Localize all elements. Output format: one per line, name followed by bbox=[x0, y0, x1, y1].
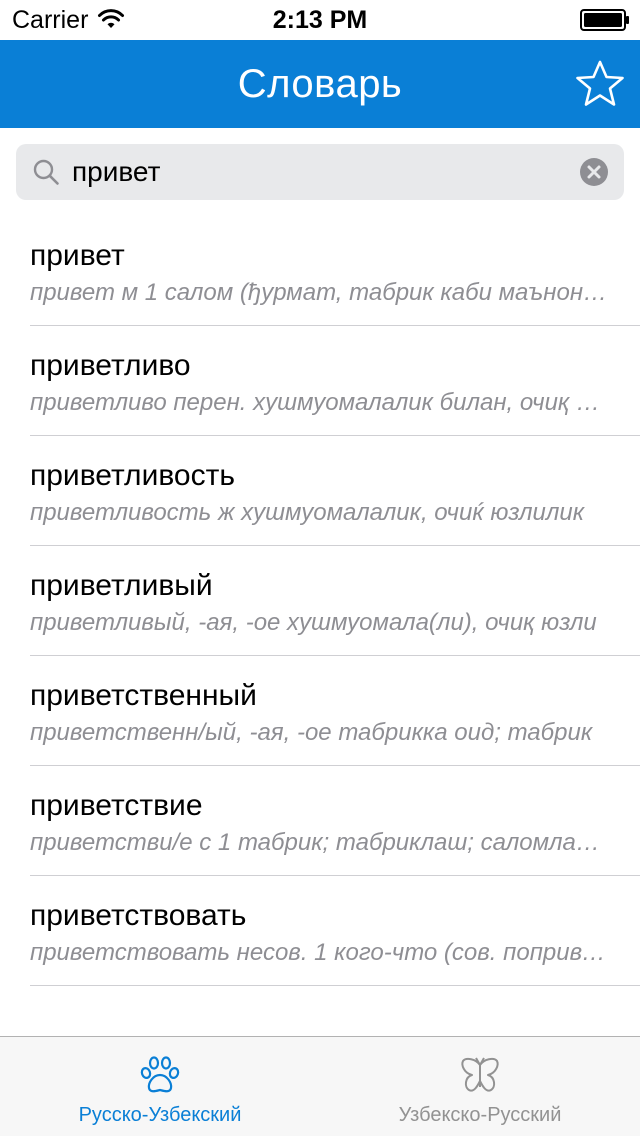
list-item[interactable]: приветствие приветстви/е с 1 табрик; таб… bbox=[30, 766, 640, 876]
list-item[interactable]: приветствовать приветствовать несов. 1 к… bbox=[30, 876, 640, 986]
clear-icon[interactable] bbox=[580, 158, 608, 186]
page-title: Словарь bbox=[237, 62, 403, 106]
star-icon[interactable] bbox=[574, 58, 626, 110]
result-word: приветливо bbox=[30, 349, 191, 382]
result-translation: приветственн/ый, -ая, -ое табрикка оид; … bbox=[30, 719, 593, 746]
result-word: приветливость bbox=[30, 459, 235, 492]
result-translation: приветливо перен. хушмуомалалик билан, о… bbox=[30, 389, 608, 416]
result-translation: приветстви/е с 1 табрик; табриклаш; сало… bbox=[30, 829, 608, 856]
result-translation: привет м 1 салом (ђурмат, табрик каби ма… bbox=[30, 279, 608, 306]
list-item[interactable]: приветливый приветливый, -ая, -ое хушмуо… bbox=[30, 546, 640, 656]
status-bar: Carrier 2:13 PM bbox=[0, 0, 640, 40]
battery-icon bbox=[580, 9, 629, 31]
tab-uzbek-russian[interactable]: Узбекско-Русский bbox=[320, 1037, 640, 1136]
tab-label: Узбекско-Русский bbox=[398, 1104, 562, 1126]
app-screen: Carrier 2:13 PM Словарь привет привет пр… bbox=[0, 0, 640, 1136]
result-translation: приветливый, -ая, -ое хушмуомала(ли), оч… bbox=[30, 609, 597, 636]
result-word: приветствовать bbox=[30, 899, 247, 932]
list-item[interactable]: приветственный приветственн/ый, -ая, -ое… bbox=[30, 656, 640, 766]
search-input[interactable] bbox=[72, 150, 572, 194]
list-item[interactable]: приветливость приветливость ж хушмуомала… bbox=[30, 436, 640, 546]
result-word: приветственный bbox=[30, 679, 257, 712]
tab-label: Русско-Узбекский bbox=[78, 1104, 242, 1126]
list-item[interactable]: приветливо приветливо перен. хушмуомалал… bbox=[30, 326, 640, 436]
results-list: привет привет м 1 салом (ђурмат, табрик … bbox=[0, 216, 640, 986]
tab-russian-uzbek[interactable]: Русско-Узбекский bbox=[0, 1037, 320, 1136]
result-word: приветствие bbox=[30, 789, 203, 822]
clock-label: 2:13 PM bbox=[272, 6, 368, 34]
tab-bar: Русско-Узбекский Узбекско-Русский bbox=[0, 1036, 640, 1136]
butterfly-icon bbox=[461, 1057, 499, 1092]
navigation-bar: Словарь bbox=[0, 40, 640, 128]
list-item[interactable]: привет привет м 1 салом (ђурмат, табрик … bbox=[30, 216, 640, 326]
result-translation: приветствовать несов. 1 кого-что (сов. п… bbox=[30, 939, 608, 966]
result-translation: приветливость ж хушмуомалалик, очиќ юзли… bbox=[30, 499, 585, 526]
search-area bbox=[0, 128, 640, 216]
result-word: привет bbox=[30, 239, 125, 272]
search-icon bbox=[33, 159, 59, 185]
search-bar[interactable] bbox=[16, 144, 624, 200]
result-word: приветливый bbox=[30, 569, 213, 602]
paw-icon bbox=[140, 1056, 180, 1093]
